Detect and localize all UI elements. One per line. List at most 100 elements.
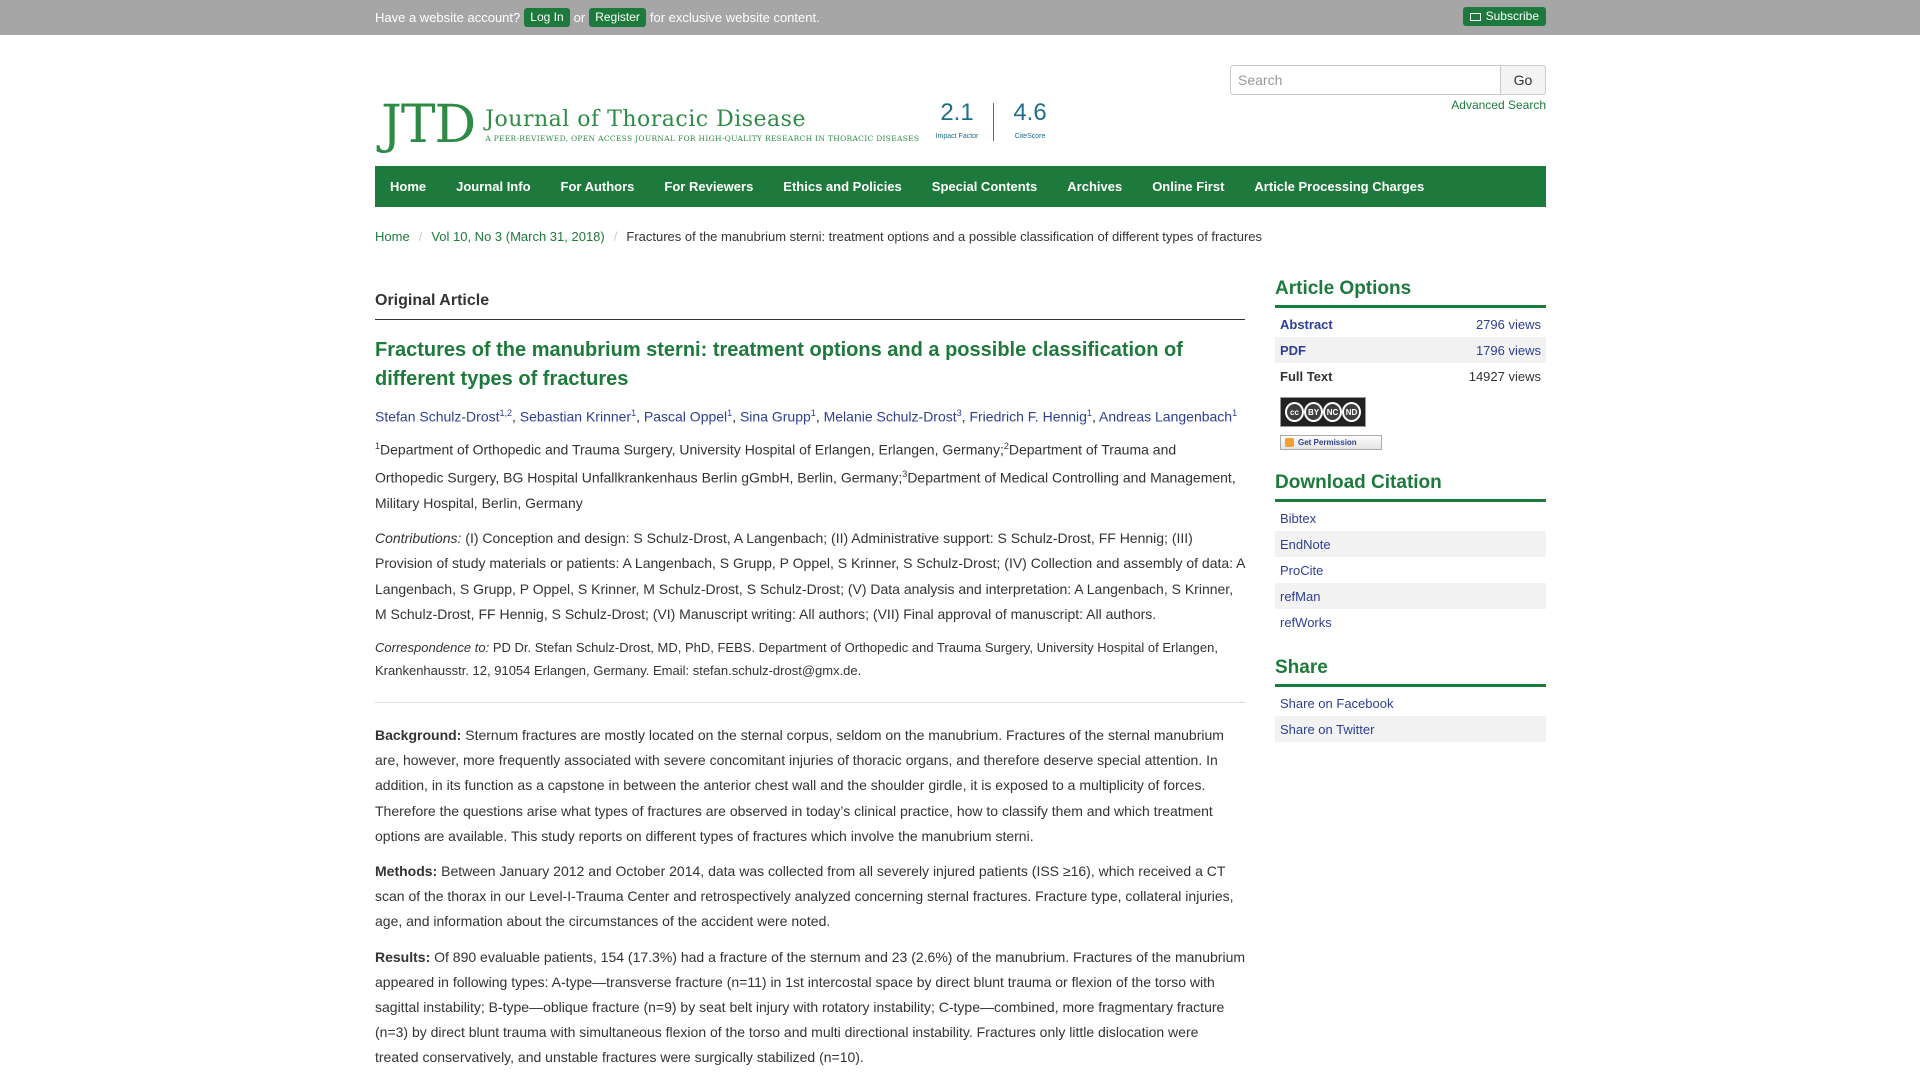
share-title: Share: [1275, 657, 1546, 687]
author-link[interactable]: Friedrich F. Hennig: [969, 409, 1087, 425]
share-twitter-link[interactable]: Share on Twitter: [1280, 722, 1374, 737]
nav-for-reviewers[interactable]: For Reviewers: [664, 179, 753, 194]
abstract-results: Results: Of 890 evaluable patients, 154 …: [375, 945, 1245, 1071]
share-section: Share Share on Facebook Share on Twitter: [1275, 657, 1546, 742]
site-header: JTD Journal of Thoracic Disease A PEER-R…: [375, 35, 1546, 166]
share-list: Share on Facebook Share on Twitter: [1275, 690, 1546, 742]
journal-logo[interactable]: JTD Journal of Thoracic Disease A PEER-R…: [381, 97, 919, 153]
share-facebook-link[interactable]: Share on Facebook: [1280, 696, 1393, 711]
citescore-label: CiteScore: [1014, 133, 1046, 140]
register-button[interactable]: Register: [589, 8, 646, 27]
correspondence: Correspondence to: PD Dr. Stefan Schulz-…: [375, 636, 1245, 682]
option-pdf[interactable]: PDF 1796 views: [1275, 337, 1546, 363]
author-link[interactable]: Stefan Schulz-Drost: [375, 409, 500, 425]
citescore[interactable]: 4.6 CiteScore: [1006, 99, 1054, 140]
account-prompt-text: Have a website account?: [375, 10, 521, 25]
search-form: Go: [1230, 65, 1546, 95]
advanced-search-link[interactable]: Advanced Search: [1451, 98, 1546, 112]
affiliation-text: Department of Orthopedic and Trauma Surg…: [380, 441, 1004, 458]
author-link[interactable]: Pascal Oppel: [644, 409, 727, 425]
cc-nc-icon: NC: [1323, 402, 1342, 422]
citation-endnote-link[interactable]: EndNote: [1280, 537, 1331, 552]
journal-metrics: 2.1 Impact Factor 4.6 CiteScore: [933, 99, 1054, 141]
option-pdf-link[interactable]: PDF: [1280, 343, 1306, 358]
logo-title: Journal of Thoracic Disease: [485, 107, 806, 132]
citation-item[interactable]: ProCite: [1275, 557, 1546, 583]
permission-icon: [1285, 438, 1294, 447]
cc-by-icon: BY: [1304, 402, 1323, 422]
logo-mark: JTD: [381, 95, 476, 155]
citation-item[interactable]: refWorks: [1275, 609, 1546, 635]
download-citation-title: Download Citation: [1275, 472, 1546, 502]
contributions-label: Contributions:: [375, 529, 462, 546]
nav-article-processing-charges[interactable]: Article Processing Charges: [1254, 179, 1424, 194]
subscribe-label: Subscribe: [1485, 9, 1539, 23]
option-abstract-link[interactable]: Abstract: [1280, 317, 1333, 332]
citation-item[interactable]: EndNote: [1275, 531, 1546, 557]
top-bar-inner: Have a website account? Log In or Regist…: [375, 0, 1546, 35]
cc-nd-icon: ND: [1342, 402, 1361, 422]
background-label: Background:: [375, 726, 462, 743]
impact-factor-label: Impact Factor: [935, 133, 979, 140]
nav-online-first[interactable]: Online First: [1152, 179, 1224, 194]
author-link[interactable]: Sebastian Krinner: [520, 409, 631, 425]
creative-commons-license-badge[interactable]: cc BY NC ND: [1280, 397, 1366, 427]
breadcrumb: Home / Vol 10, No 3 (March 31, 2018) / F…: [375, 229, 1546, 244]
option-abstract-views: 2796 views: [1475, 316, 1541, 332]
author-link[interactable]: Andreas Langenbach: [1099, 409, 1232, 425]
contributions-text: (I) Conception and design: S Schulz-Dros…: [375, 529, 1245, 623]
author-affiliation-ref: 1: [1232, 408, 1238, 418]
citation-item[interactable]: Bibtex: [1275, 505, 1546, 531]
article-type: Original Article: [375, 292, 1245, 320]
impact-factor[interactable]: 2.1 Impact Factor: [933, 99, 981, 140]
get-permission-button[interactable]: Get Permission: [1280, 435, 1382, 450]
option-abstract[interactable]: Abstract 2796 views: [1275, 311, 1546, 337]
search-go-button[interactable]: Go: [1501, 65, 1546, 95]
impact-factor-value: 2.1: [940, 99, 974, 126]
methods-label: Methods:: [375, 862, 438, 879]
account-prompt: Have a website account? Log In or Regist…: [375, 8, 820, 27]
background-text: Sternum fractures are mostly located on …: [375, 726, 1224, 844]
nav-journal-info[interactable]: Journal Info: [456, 179, 530, 194]
citation-bibtex-link[interactable]: Bibtex: [1280, 511, 1316, 526]
citation-refworks-link[interactable]: refWorks: [1280, 615, 1332, 630]
cc-icon: cc: [1285, 402, 1304, 422]
envelope-icon: [1469, 12, 1481, 21]
search-input[interactable]: [1230, 65, 1501, 95]
correspondence-text: PD Dr. Stefan Schulz-Drost, MD, PhD, FEB…: [375, 639, 1218, 678]
or-text: or: [573, 10, 586, 25]
citation-item[interactable]: refMan: [1275, 583, 1546, 609]
affiliations: 1Department of Orthopedic and Trauma Sur…: [375, 434, 1245, 516]
author-list: Stefan Schulz-Drost1,2, Sebastian Krinne…: [375, 408, 1238, 425]
option-full-text: Full Text 14927 views: [1275, 363, 1546, 389]
section-divider: [375, 701, 1245, 703]
author-link[interactable]: Melanie Schulz-Drost: [824, 409, 957, 425]
login-button[interactable]: Log In: [524, 8, 570, 27]
download-citation-section: Download Citation Bibtex EndNote ProCite…: [1275, 472, 1546, 635]
citation-procite-link[interactable]: ProCite: [1280, 563, 1323, 578]
breadcrumb-current: Fractures of the manubrium sterni: treat…: [626, 229, 1263, 244]
subscribe-button[interactable]: Subscribe: [1462, 7, 1546, 26]
results-text: Of 890 evaluable patients, 154 (17.3%) h…: [375, 948, 1246, 1066]
author-affiliation-ref: 1,2: [499, 408, 513, 418]
methods-text: Between January 2012 and October 2014, d…: [375, 862, 1234, 930]
nav-home[interactable]: Home: [390, 179, 426, 194]
share-item[interactable]: Share on Twitter: [1275, 716, 1546, 742]
citation-refman-link[interactable]: refMan: [1280, 589, 1320, 604]
article-title: Fractures of the manubrium sterni: treat…: [375, 339, 1183, 390]
results-label: Results:: [375, 948, 431, 965]
nav-special-contents[interactable]: Special Contents: [932, 179, 1037, 194]
get-permission-label: Get Permission: [1298, 438, 1357, 447]
nav-ethics-policies[interactable]: Ethics and Policies: [783, 179, 902, 194]
citescore-value: 4.6: [1013, 99, 1047, 126]
logo-text: Journal of Thoracic Disease A PEER-REVIE…: [485, 107, 919, 143]
breadcrumb-home[interactable]: Home: [375, 229, 410, 244]
sidebar: Article Options Abstract 2796 views PDF …: [1275, 278, 1546, 742]
author-link[interactable]: Sina Grupp: [740, 409, 811, 425]
share-item[interactable]: Share on Facebook: [1275, 690, 1546, 716]
nav-for-authors[interactable]: For Authors: [561, 179, 635, 194]
breadcrumb-separator: /: [418, 229, 423, 244]
nav-archives[interactable]: Archives: [1067, 179, 1122, 194]
citation-list: Bibtex EndNote ProCite refMan refWorks: [1275, 505, 1546, 635]
breadcrumb-issue[interactable]: Vol 10, No 3 (March 31, 2018): [431, 229, 604, 244]
